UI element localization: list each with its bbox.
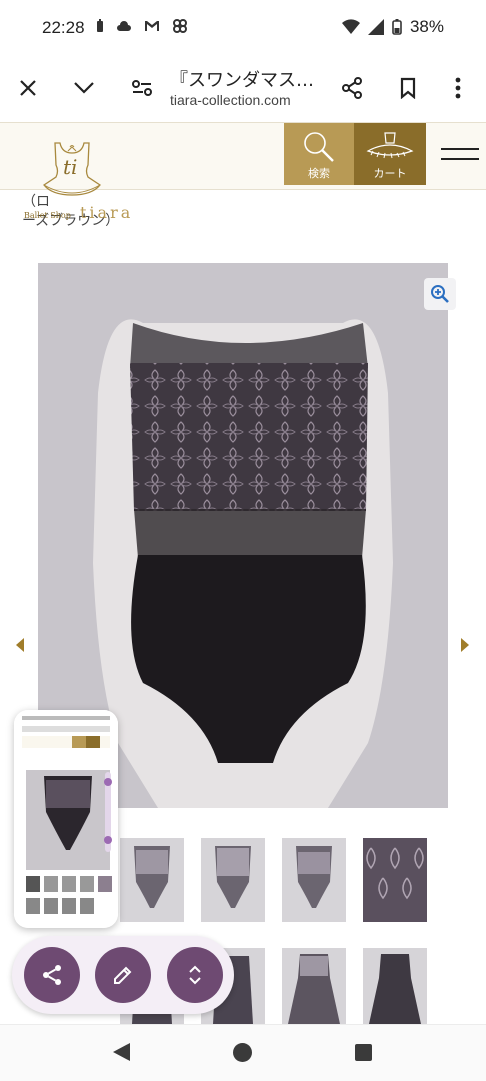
signal-icon [367, 19, 384, 35]
site-settings-button[interactable] [122, 68, 162, 108]
search-label: 検索 [308, 167, 330, 180]
thumbnail-image [282, 948, 346, 1024]
screenshot-action-bar [12, 936, 234, 1014]
page-url[interactable]: tiara-collection.com [170, 92, 291, 108]
thumbnail[interactable] [363, 948, 427, 1024]
site-header: ti Ballet Shop tiara 検索 カート [0, 122, 486, 222]
thumbnail-image [201, 838, 265, 922]
thumbnail-image [120, 838, 184, 922]
thumbnail[interactable] [120, 838, 184, 922]
cloud-icon [117, 21, 131, 31]
zoom-in-icon [431, 285, 449, 303]
share-icon [342, 77, 362, 99]
share-screenshot-button[interactable] [24, 947, 80, 1003]
chevron-down-icon [74, 82, 94, 94]
battery-saver-icon [97, 19, 103, 32]
more-icon [455, 77, 461, 99]
gmail-icon [145, 21, 159, 31]
menu-line-icon [441, 158, 479, 160]
system-navigation-bar [0, 1024, 486, 1081]
share-button[interactable] [332, 68, 372, 108]
edit-screenshot-button[interactable] [95, 947, 151, 1003]
thumbnail[interactable] [282, 948, 346, 1024]
bookmark-button[interactable] [388, 68, 428, 108]
screenshot-preview[interactable] [14, 710, 118, 928]
minimize-button[interactable] [64, 68, 104, 108]
site-settings-icon [132, 80, 152, 96]
thumbnail-image [363, 838, 427, 922]
battery-percent: 38% [409, 17, 444, 36]
page-title[interactable]: 『スワンダマスク』 [170, 66, 330, 92]
search-icon [304, 132, 334, 162]
close-icon [20, 80, 36, 96]
header-cart-button[interactable]: カート [354, 123, 426, 185]
more-button[interactable] [438, 68, 478, 108]
thumbnail[interactable] [282, 838, 346, 922]
cart-label: カート [373, 167, 407, 180]
recent-apps-button[interactable] [355, 1044, 372, 1061]
zoom-button[interactable] [424, 278, 456, 310]
tutu-cart-icon [366, 132, 414, 159]
site-logo[interactable]: ti Ballet Shop tiara [22, 139, 132, 239]
thumbnail-image [282, 838, 346, 922]
thumbnail[interactable] [363, 838, 427, 922]
logo-text-left: Ballet Shop [24, 211, 71, 220]
pinwheel-icon [173, 19, 187, 33]
prev-image-arrow[interactable] [16, 638, 24, 652]
edit-icon [114, 966, 132, 984]
status-bar: 22:28 38% [0, 0, 486, 56]
header-search-button[interactable]: 検索 [284, 123, 354, 185]
screenshot-thumbnail [14, 710, 118, 928]
browser-toolbar: 『スワンダマスク』 tiara-collection.com [0, 56, 486, 122]
home-button[interactable] [233, 1043, 252, 1062]
share-icon [43, 965, 61, 985]
next-image-arrow[interactable] [461, 638, 469, 652]
status-time: 22:28 [42, 18, 85, 37]
logo-mark: ti [63, 155, 78, 179]
menu-line-icon [441, 148, 479, 150]
close-tab-button[interactable] [8, 68, 48, 108]
expand-collapse-icon [189, 965, 201, 985]
back-button[interactable] [113, 1043, 130, 1061]
thumbnail-image [363, 948, 427, 1024]
wifi-icon [341, 19, 360, 34]
expand-screenshot-button[interactable] [167, 947, 223, 1003]
logo-text-right: tiara [80, 203, 134, 222]
battery-icon [392, 19, 402, 35]
bookmark-icon [400, 77, 416, 99]
thumbnail[interactable] [201, 838, 265, 922]
hamburger-menu-button[interactable] [434, 123, 486, 185]
